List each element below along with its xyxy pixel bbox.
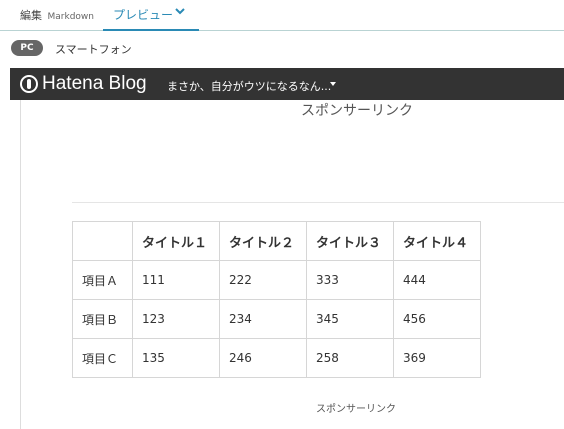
- table-cell: 222: [219, 260, 307, 300]
- content-table: タイトル１ タイトル２ タイトル３ タイトル４ 項目Ａ 111 222 333 …: [72, 221, 481, 378]
- table-row: 項目Ｂ 123 234 345 456: [72, 299, 481, 339]
- blog-header-bar: Hatena Blog まさか、自分がウツになるなん...: [10, 68, 564, 100]
- blog-logo-text[interactable]: Hatena Blog: [42, 73, 147, 95]
- table-header-cell: タイトル１: [132, 221, 220, 261]
- hatena-logo-icon: [20, 75, 38, 93]
- tab-edit-mode: Markdown: [47, 12, 94, 22]
- table-header-row: タイトル１ タイトル２ タイトル３ タイトル４: [72, 221, 481, 261]
- editor-tabs: 編集 Markdown プレビュー: [0, 0, 564, 31]
- divider: [72, 202, 564, 203]
- table-header-cell: タイトル４: [393, 221, 481, 261]
- blog-preview-frame: Hatena Blog まさか、自分がウツになるなん... スポンサーリンク タ…: [10, 68, 564, 429]
- sponsor-link-bottom: スポンサーリンク: [316, 404, 396, 415]
- table-cell: 345: [306, 299, 394, 339]
- table-header-cell: [72, 221, 133, 261]
- content-border: [20, 100, 21, 429]
- table-header-cell: タイトル２: [219, 221, 307, 261]
- table-cell: 258: [306, 338, 394, 378]
- table-cell: 333: [306, 260, 394, 300]
- table-row: 項目Ｃ 135 246 258 369: [72, 338, 481, 378]
- table-cell: 111: [132, 260, 220, 300]
- blog-name-dropdown[interactable]: まさか、自分がウツになるなん...: [167, 78, 331, 94]
- table-cell: 444: [393, 260, 481, 300]
- table-cell: 456: [393, 299, 481, 339]
- tab-edit[interactable]: 編集 Markdown: [20, 7, 94, 23]
- table-row-label: 項目Ｃ: [72, 338, 133, 378]
- caret-down-icon[interactable]: [330, 82, 336, 86]
- table-cell: 135: [132, 338, 220, 378]
- tab-preview[interactable]: プレビュー: [103, 0, 199, 31]
- tab-edit-label: 編集: [20, 9, 42, 22]
- table-row-label: 項目Ｂ: [72, 299, 133, 339]
- smartphone-toggle-button[interactable]: スマートフォン: [55, 41, 132, 57]
- sponsor-link-top: スポンサーリンク: [301, 103, 413, 119]
- table-cell: 123: [132, 299, 220, 339]
- table-row: 項目Ａ 111 222 333 444: [72, 260, 481, 300]
- tab-preview-label: プレビュー: [113, 8, 174, 22]
- table-header-cell: タイトル３: [306, 221, 394, 261]
- table-row-label: 項目Ａ: [72, 260, 133, 300]
- pc-toggle-button[interactable]: PC: [11, 40, 43, 56]
- table-cell: 246: [219, 338, 307, 378]
- chevron-down-icon[interactable]: [174, 8, 186, 16]
- table-cell: 369: [393, 338, 481, 378]
- table-cell: 234: [219, 299, 307, 339]
